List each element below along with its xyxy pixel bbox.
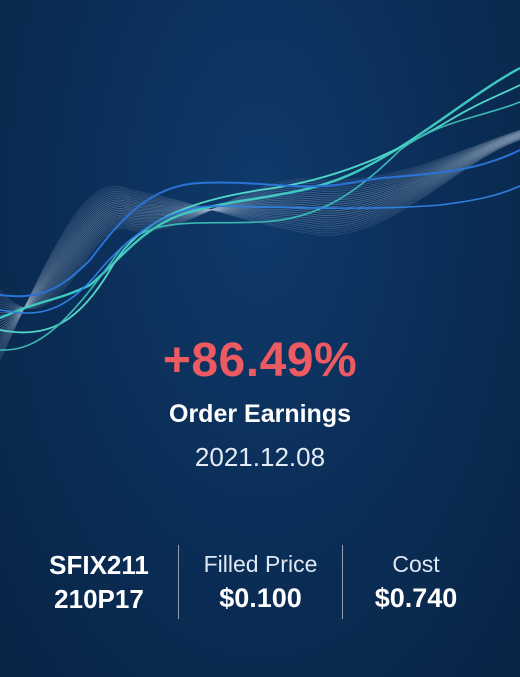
gray-wave-line	[0, 129, 520, 309]
gray-wave-line	[0, 130, 520, 309]
option-symbol-line2: 210P17	[54, 584, 144, 614]
filled-price-value: $0.100	[219, 583, 302, 613]
gray-wave-ribbon	[0, 129, 520, 361]
earnings-date: 2021.12.08	[194, 442, 326, 472]
cost-column: Cost $0.740	[343, 545, 489, 623]
filled-price-label: Filled Price	[203, 551, 318, 577]
filled-price-column: Filled Price $0.100	[179, 545, 342, 623]
order-stats-row: SFIX211 210P17 Filled Price $0.100 Cost …	[0, 545, 520, 623]
order-earnings-label: Order Earnings	[169, 400, 351, 428]
gray-wave-line	[0, 129, 520, 309]
symbol-column: SFIX211 210P17	[20, 545, 178, 623]
earnings-percent: +86.49%	[162, 334, 358, 387]
cost-value: $0.740	[374, 583, 458, 613]
order-earnings-card: +86.49% Order Earnings 2021.12.08 SFIX21…	[0, 0, 520, 677]
option-symbol-line1: SFIX211	[49, 550, 149, 580]
teal-wave-line-1	[0, 66, 520, 320]
cost-label: Cost	[392, 551, 440, 577]
